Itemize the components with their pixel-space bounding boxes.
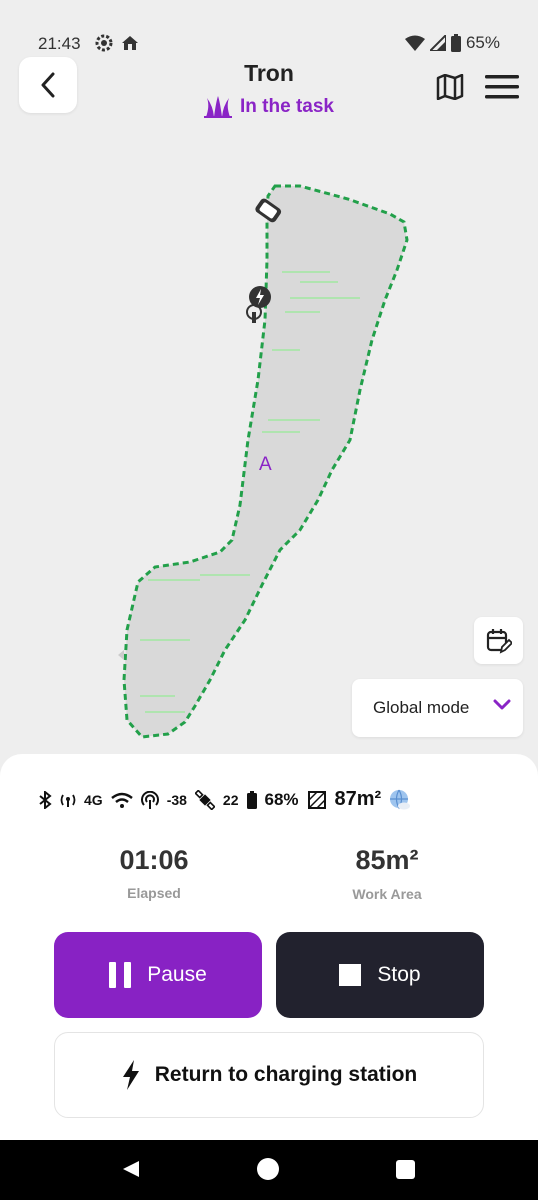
robot-battery: 68% — [264, 789, 299, 809]
elapsed-label: Elapsed — [127, 885, 181, 901]
work-area-value: 85m² — [355, 845, 419, 875]
satellite-icon — [194, 789, 215, 810]
status-battery-text: 65% — [465, 33, 500, 52]
wifi-icon — [110, 792, 133, 808]
pause-button[interactable]: Pause — [54, 932, 262, 1018]
pause-label: Pause — [147, 963, 207, 986]
mowing-map[interactable]: A — [0, 140, 538, 750]
return-label: Return to charging station — [154, 1063, 418, 1086]
stop-label: Stop — [377, 963, 421, 986]
menu-icon[interactable] — [485, 74, 519, 100]
satellite-count: 22 — [222, 791, 239, 808]
calendar-edit-icon — [486, 628, 512, 654]
nav-back-icon[interactable] — [121, 1159, 141, 1179]
grass-icon — [204, 96, 232, 118]
stop-icon — [339, 964, 362, 986]
rtk-signal-icon — [140, 790, 159, 809]
lightning-bolt-icon — [122, 1060, 139, 1090]
rtk-signal-value: -38 — [166, 791, 187, 808]
total-area: 87m² — [334, 788, 382, 810]
stop-button[interactable]: Stop — [276, 932, 484, 1018]
nav-home-icon[interactable] — [257, 1158, 279, 1180]
battery-icon — [246, 790, 257, 809]
chevron-down-icon — [493, 699, 511, 710]
map-icon[interactable] — [436, 74, 464, 100]
mode-dropdown[interactable]: Global mode — [352, 679, 523, 737]
work-area-label: Work Area — [352, 886, 422, 902]
home-icon — [122, 36, 138, 50]
network-type: 4G — [84, 791, 103, 808]
elapsed-time: 01:06 — [119, 845, 189, 875]
schedule-button[interactable] — [474, 617, 523, 664]
pause-icon — [109, 962, 132, 988]
battery-icon — [450, 34, 461, 52]
map-edge-arrow-icon — [118, 650, 124, 660]
zone-label: A — [259, 454, 272, 475]
cell-signal-icon — [429, 35, 446, 51]
task-status-label: In the task — [240, 96, 334, 117]
settings-gear-icon — [95, 34, 113, 52]
globe-weather-icon — [390, 789, 411, 809]
mode-dropdown-label: Global mode — [373, 698, 470, 717]
cellular-antenna-icon — [60, 794, 76, 807]
nav-recent-apps-icon[interactable] — [396, 1160, 415, 1179]
area-icon — [307, 790, 326, 809]
status-time: 21:43 — [38, 34, 81, 53]
telemetry-row: 4G -38 22 68% 87m² — [38, 788, 411, 811]
wifi-icon — [404, 35, 425, 51]
return-to-station-button[interactable]: Return to charging station — [54, 1032, 484, 1118]
bluetooth-icon — [39, 790, 52, 809]
